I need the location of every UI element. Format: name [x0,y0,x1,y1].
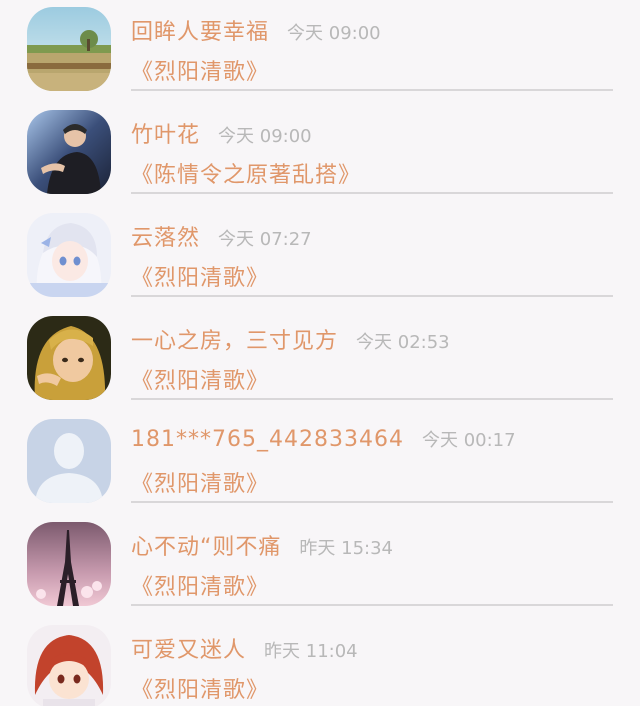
divider [131,192,613,194]
user-name[interactable]: 竹叶花 [131,117,200,149]
avatar[interactable] [27,316,111,400]
comment-row[interactable]: 回眸人要幸福 今天 09:00 《烈阳清歌》 [0,0,640,103]
user-name[interactable]: 回眸人要幸福 [131,14,269,46]
avatar-anime-white-hair-icon [27,213,111,297]
user-name[interactable]: 一心之房，三寸见方 [131,323,338,355]
user-name[interactable]: 可爱又迷人 [131,632,246,664]
timestamp: 今天 07:27 [218,229,312,250]
divider [131,398,613,400]
comment-list: 回眸人要幸福 今天 09:00 《烈阳清歌》 竹叶花 今天 09:00 《陈情令… [0,0,640,706]
avatar-landscape-icon [27,7,111,91]
timestamp: 昨天 11:04 [264,641,358,662]
work-title[interactable]: 《烈阳清歌》 [131,260,269,292]
timestamp: 今天 09:00 [287,23,381,44]
timestamp: 今天 00:17 [421,430,516,451]
avatar[interactable] [27,419,111,503]
divider [131,295,613,297]
work-title[interactable]: 《烈阳清歌》 [131,569,269,601]
timestamp: 今天 09:00 [218,126,312,147]
avatar[interactable] [27,522,111,606]
user-name[interactable]: 云落然 [131,220,200,252]
comment-row[interactable]: 一心之房，三寸见方 今天 02:53 《烈阳清歌》 [0,309,640,412]
avatar[interactable] [27,7,111,91]
user-name[interactable]: 心不动“则不痛 [131,529,281,561]
work-title[interactable]: 《烈阳清歌》 [131,466,269,498]
avatar-blonde-girl-icon [27,316,111,400]
divider [131,501,613,503]
avatar-man-night-icon [27,110,111,194]
comment-row[interactable]: 181***765_442833464 今天 00:17 《烈阳清歌》 [0,412,640,515]
avatar-default-person-icon [27,419,111,503]
work-title[interactable]: 《烈阳清歌》 [131,54,269,86]
comment-row[interactable]: 竹叶花 今天 09:00 《陈情令之原著乱搭》 [0,103,640,206]
comment-row[interactable]: 心不动“则不痛 昨天 15:34 《烈阳清歌》 [0,515,640,618]
work-title[interactable]: 《烈阳清歌》 [131,672,269,704]
avatar-anime-redhead-icon [27,625,111,706]
timestamp: 今天 02:53 [356,332,450,353]
comment-row[interactable]: 可爱又迷人 昨天 11:04 《烈阳清歌》 [0,618,640,706]
work-title[interactable]: 《烈阳清歌》 [131,363,269,395]
avatar[interactable] [27,213,111,297]
comment-row[interactable]: 云落然 今天 07:27 《烈阳清歌》 [0,206,640,309]
timestamp: 昨天 15:34 [299,538,394,559]
user-name[interactable]: 181***765_442833464 [131,427,404,452]
avatar[interactable] [27,625,111,706]
divider [131,604,613,606]
divider [131,89,613,91]
work-title[interactable]: 《陈情令之原著乱搭》 [131,157,361,189]
avatar-eiffel-tower-icon [27,522,111,606]
avatar[interactable] [27,110,111,194]
